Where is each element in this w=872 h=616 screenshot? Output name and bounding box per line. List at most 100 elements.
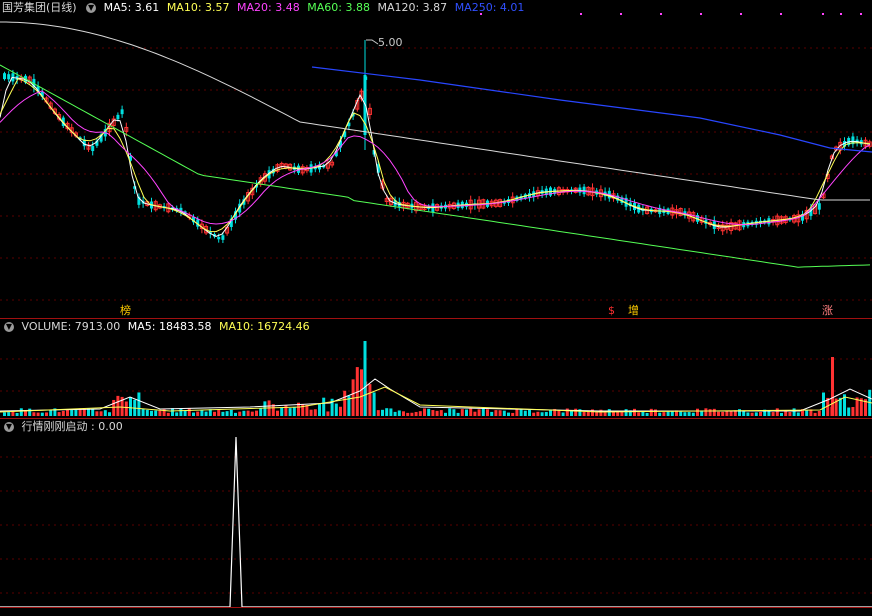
volume-bar [234, 412, 237, 416]
candle-body [120, 109, 124, 115]
volume-bar [431, 410, 435, 416]
volume-bar [536, 411, 540, 416]
marker-dollar: $ [608, 304, 615, 317]
volume-bar [528, 410, 531, 416]
volume-bar [704, 408, 708, 416]
volume-bar [343, 390, 347, 416]
peak-price-label: 5.00 [378, 36, 403, 49]
volume-bar [108, 412, 111, 416]
volume-bar [305, 405, 309, 416]
volume-bar [150, 410, 153, 416]
indicator-dot [780, 13, 782, 15]
volume-bar [229, 409, 233, 416]
volume-bar [570, 410, 573, 416]
volume-bar [851, 407, 855, 416]
volume-bar [95, 411, 99, 416]
volume-bar [708, 409, 712, 416]
volume-bar [74, 409, 78, 416]
volume-bar [460, 409, 464, 416]
volume-bar [166, 412, 170, 416]
volume-bar [385, 408, 389, 416]
volume-bar [691, 412, 695, 416]
volume-bar [486, 409, 489, 416]
volume-bar [696, 408, 699, 416]
volume-bar [393, 411, 397, 416]
indicator-dot [840, 13, 842, 15]
volume-bar [70, 409, 74, 416]
volume-bar [729, 411, 733, 416]
volume-bar [738, 409, 741, 416]
volume-bar [381, 409, 384, 416]
volume-bar [28, 408, 32, 416]
volume-bar [448, 408, 452, 416]
volume-bar [427, 408, 431, 416]
volume-panel[interactable]: ▼ VOLUME: 7913.00 MA5: 18483.58 MA10: 16… [0, 319, 872, 418]
volume-bar [561, 412, 565, 416]
volume-bar [418, 411, 422, 416]
volume-bar [452, 409, 456, 416]
volume-bar [183, 410, 187, 416]
candle-body [221, 235, 225, 240]
volume-bar [36, 412, 40, 416]
volume-bar [376, 410, 380, 416]
volume-bar [213, 411, 216, 416]
volume-bar [116, 395, 120, 416]
volume-bar [414, 411, 418, 416]
volume-bar [3, 412, 6, 416]
volume-bar [439, 410, 443, 416]
volume-bar [66, 409, 69, 416]
indicator-dot [660, 13, 662, 15]
marker-zeng: 增 [628, 304, 639, 317]
volume-bar [124, 401, 128, 416]
volume-bar [775, 408, 779, 416]
volume-bar [658, 412, 662, 416]
volume-bar [649, 408, 653, 416]
volume-bar [679, 411, 683, 416]
volume-bar [595, 411, 599, 416]
volume-bar [637, 412, 641, 416]
volume-bar [179, 409, 183, 416]
volume-bar [292, 407, 296, 416]
candle-body [7, 74, 11, 80]
volume-bar [771, 412, 775, 416]
indicator-dot [822, 13, 824, 15]
volume-bar [360, 369, 363, 416]
volume-bar [784, 411, 788, 416]
volume-bar [645, 412, 649, 416]
volume-bar [103, 410, 107, 416]
volume-bar [309, 409, 313, 416]
volume-bar [238, 411, 242, 416]
volume-bar [831, 357, 834, 416]
volume-bar [196, 411, 200, 416]
volume-bar [557, 410, 561, 416]
volume-bar [255, 410, 258, 416]
volume-bar [507, 412, 510, 416]
volume-bar [45, 412, 48, 416]
candle-body [116, 114, 120, 120]
price-panel[interactable]: 国芳集团(日线) ▼ MA5: 3.61 MA10: 3.57 MA20: 3.… [0, 0, 872, 318]
volume-bar [242, 410, 246, 416]
volume-chart[interactable] [0, 319, 872, 418]
volume-bar [465, 409, 468, 416]
volume-bar [225, 411, 229, 416]
signal-panel[interactable]: ▼ 行情刚刚启动 : 0.00 [0, 419, 872, 607]
volume-bar [259, 408, 263, 416]
volume-bar [7, 412, 11, 416]
volume-bar [532, 412, 536, 416]
price-chart[interactable] [0, 0, 872, 318]
volume-bar [322, 397, 326, 416]
volume-bar [192, 412, 195, 416]
volume-bar [780, 412, 783, 416]
volume-bar [746, 412, 750, 416]
volume-bar [402, 411, 405, 416]
volume-bar [112, 399, 116, 416]
volume-bar [141, 408, 145, 416]
volume-bar [363, 341, 367, 416]
volume-bar [57, 412, 61, 416]
volume-bar [654, 409, 657, 416]
volume-bar [389, 408, 393, 416]
volume-bar [759, 411, 762, 416]
signal-chart[interactable] [0, 419, 872, 607]
volume-bar [456, 412, 460, 416]
volume-bar [158, 410, 162, 416]
